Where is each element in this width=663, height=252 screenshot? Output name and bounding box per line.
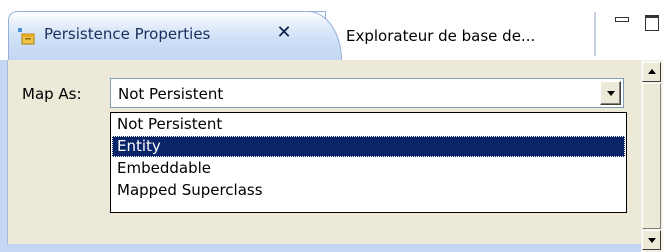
map-as-label: Map As:	[22, 85, 82, 103]
map-as-dropdown-list: Not Persistent Entity Embeddable Mapped …	[110, 112, 627, 213]
tab-label: Persistence Properties	[44, 25, 211, 43]
option-entity[interactable]: Entity	[112, 136, 625, 157]
map-as-combo[interactable]: Not Persistent	[110, 78, 624, 108]
view-tab-strip: Persistence Properties ✕ Explorateur de …	[0, 0, 663, 60]
option-mapped-superclass[interactable]: Mapped Superclass	[112, 180, 625, 201]
scroll-thumb[interactable]	[642, 83, 661, 229]
close-icon[interactable]: ✕	[275, 24, 293, 42]
scroll-up-icon[interactable]	[642, 62, 661, 82]
option-not-persistent[interactable]: Not Persistent	[112, 114, 625, 135]
maximize-icon[interactable]	[645, 14, 661, 31]
option-embeddable[interactable]: Embeddable	[112, 158, 625, 179]
tab-persistence-properties-curve	[300, 11, 342, 60]
vertical-scrollbar[interactable]	[641, 60, 663, 252]
tab-explorateur-base-de-donnees[interactable]: Explorateur de base de...	[346, 27, 535, 45]
chevron-down-icon[interactable]	[600, 81, 621, 105]
persistence-properties-icon	[18, 28, 35, 45]
minimize-icon[interactable]	[613, 14, 629, 30]
scroll-down-icon[interactable]	[642, 230, 661, 250]
tab-separator	[594, 12, 597, 56]
map-as-value: Not Persistent	[118, 85, 224, 103]
view-bottom-border	[0, 244, 641, 252]
